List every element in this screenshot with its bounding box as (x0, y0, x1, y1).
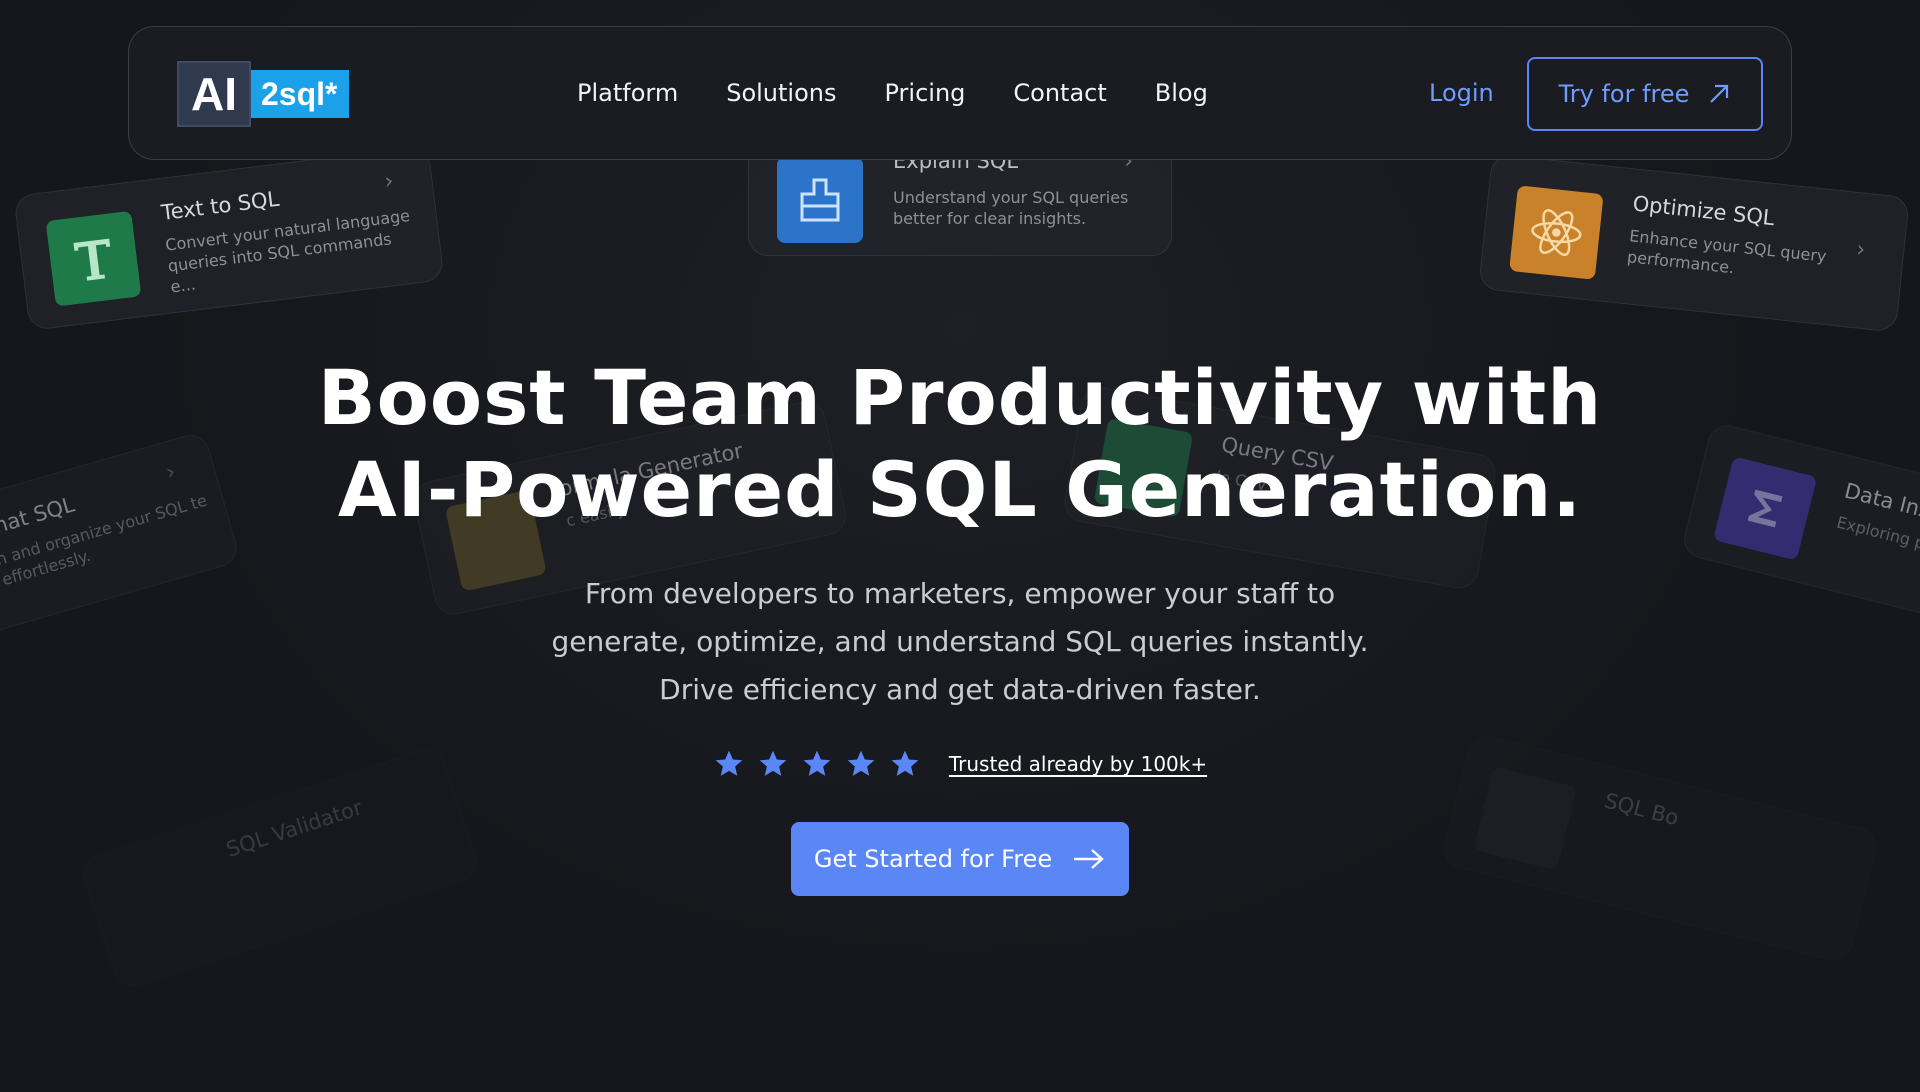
get-started-button[interactable]: Get Started for Free (791, 822, 1129, 896)
hero-title-line1: Boost Team Productivity with (317, 353, 1603, 442)
top-navbar: AI 2sql* Platform Solutions Pricing Cont… (128, 26, 1792, 160)
card-title: Text to SQL (159, 186, 281, 225)
arrow-right-icon (1074, 849, 1104, 869)
logo-sql-text: 2sql* (251, 70, 350, 118)
card-title: SQL Bo (1602, 788, 1682, 831)
trusted-by-link[interactable]: Trusted already by 100k+ (949, 752, 1207, 776)
nav-pricing[interactable]: Pricing (885, 79, 966, 107)
atom-icon (1509, 185, 1604, 280)
hero-title-line2: AI-Powered SQL Generation. (337, 445, 1583, 534)
card-text-to-sql[interactable]: Text to SQL Convert your natural languag… (13, 145, 445, 331)
card-desc: Understand your SQL queries better for c… (893, 188, 1129, 228)
bot-icon (1473, 766, 1578, 871)
card-optimize-sql[interactable]: Optimize SQL Enhance your SQL query perf… (1478, 153, 1910, 333)
hero-subtitle-line3: Drive efficiency and get data-driven fas… (659, 673, 1261, 706)
letter-t-icon (45, 210, 142, 307)
hero-subtitle-line2: generate, optimize, and understand SQL q… (551, 625, 1369, 658)
star-icon (759, 750, 787, 776)
try-for-free-label: Try for free (1558, 80, 1690, 108)
hero-subtitle-line1: From developers to marketers, empower yo… (584, 577, 1336, 610)
nav-solutions[interactable]: Solutions (726, 79, 836, 107)
card-sql-validator[interactable]: SQL Validator (78, 744, 482, 992)
arrow-up-right-icon (1710, 84, 1729, 103)
star-icon (715, 750, 743, 776)
hero-subtitle: From developers to marketers, empower yo… (0, 570, 1920, 714)
star-rating (713, 748, 921, 780)
nav-platform[interactable]: Platform (577, 79, 678, 107)
logo[interactable]: AI 2sql* (177, 61, 350, 127)
card-title: Optimize SQL (1631, 191, 1776, 231)
hero-title: Boost Team Productivity with AI-Powered … (0, 352, 1920, 536)
card-title: SQL Validator (223, 795, 366, 862)
star-icon (891, 750, 919, 776)
chevron-right-icon: › (383, 168, 395, 195)
try-for-free-button[interactable]: Try for free (1527, 57, 1763, 131)
nav-blog[interactable]: Blog (1155, 79, 1208, 107)
nav-contact[interactable]: Contact (1013, 79, 1106, 107)
main-menu: Platform Solutions Pricing Contact Blog (577, 27, 1208, 159)
card-desc: Enhance your SQL query performance. (1626, 226, 1828, 278)
get-started-label: Get Started for Free (813, 845, 1053, 873)
star-icon (803, 750, 831, 776)
rating-row: Trusted already by 100k+ (0, 748, 1920, 780)
logo-ai-text: AI (177, 61, 251, 127)
star-icon (847, 750, 875, 776)
brush-icon (777, 157, 863, 243)
login-link[interactable]: Login (1429, 27, 1494, 159)
